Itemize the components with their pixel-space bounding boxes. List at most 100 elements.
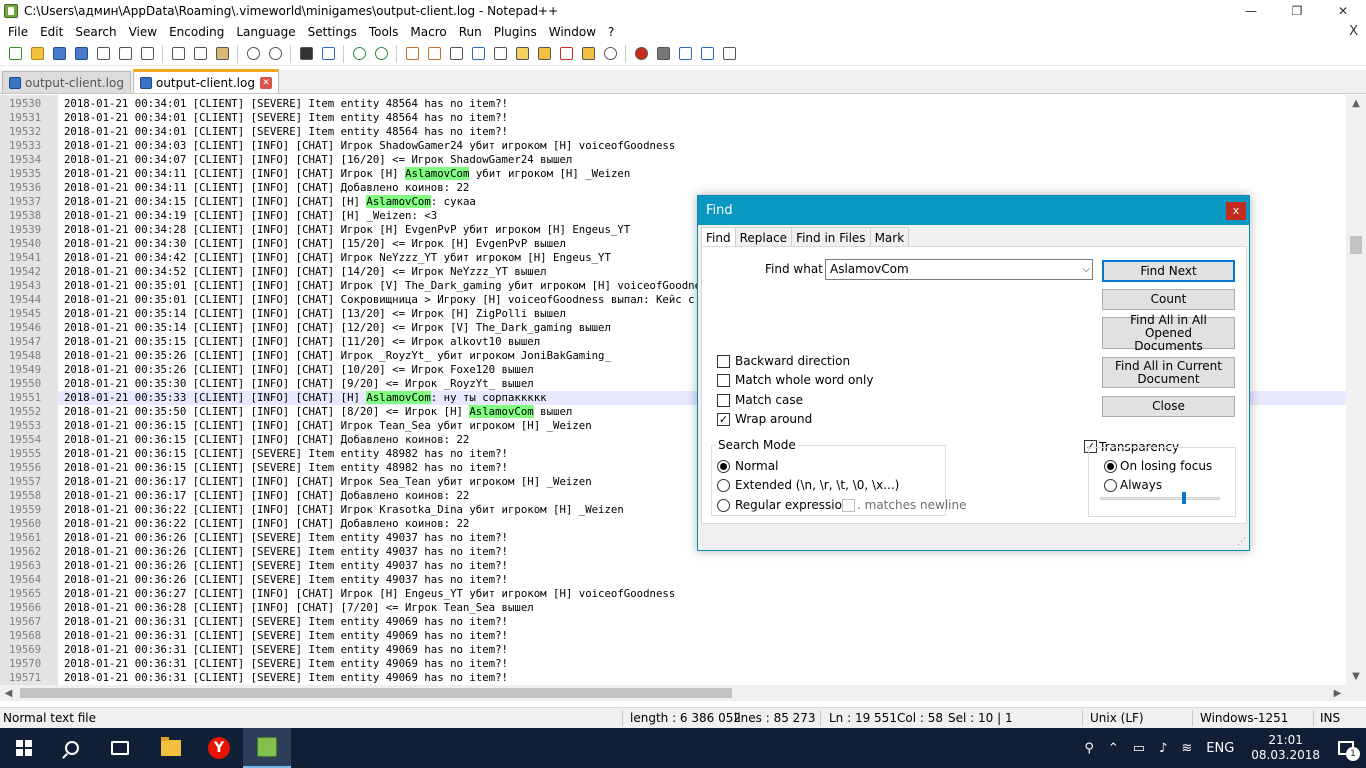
scroll-down-icon[interactable]: ▼ [1346, 668, 1366, 685]
find-next-button[interactable]: Find Next [1102, 260, 1235, 282]
match-whole-word-checkbox[interactable] [717, 374, 730, 387]
search-mode-normal-radio[interactable] [717, 460, 730, 473]
vertical-scrollbar[interactable]: ▲ ▼ [1346, 95, 1366, 685]
battery-icon[interactable]: ▭ [1133, 741, 1145, 756]
tab-find-in-files[interactable]: Find in Files [791, 227, 871, 247]
notepadpp-taskbar-button[interactable] [243, 728, 291, 768]
find-all-opened-button[interactable]: Find All in All Opened Documents [1102, 313, 1235, 352]
redo-icon[interactable] [266, 45, 284, 63]
find-icon[interactable] [297, 45, 315, 63]
menu-help[interactable]: ? [602, 22, 620, 42]
save-icon[interactable] [50, 45, 68, 63]
editor-line[interactable]: 19533 2018-01-21 00:34:03 [CLIENT] [INFO]… [0, 139, 1346, 153]
undo-icon[interactable] [244, 45, 262, 63]
match-case-checkbox[interactable] [717, 394, 730, 407]
find-what-input[interactable]: AslamovCom ⌵ [825, 259, 1093, 280]
start-button[interactable] [0, 728, 48, 768]
word-wrap-icon[interactable] [447, 45, 465, 63]
sync-vertical-icon[interactable] [403, 45, 421, 63]
close-button[interactable]: ✕ [1320, 0, 1366, 22]
minimize-button[interactable]: — [1228, 0, 1274, 22]
editor-line[interactable]: 19568 2018-01-21 00:36:31 [CLIENT] [SEVER… [0, 629, 1346, 643]
menu-tools[interactable]: Tools [363, 22, 405, 42]
matches-newline-checkbox[interactable] [842, 499, 855, 512]
close-tab-icon[interactable]: ✕ [259, 76, 272, 89]
chevron-down-icon[interactable]: ⌵ [1082, 260, 1090, 279]
copy-icon[interactable] [191, 45, 209, 63]
tab-mark[interactable]: Mark [869, 227, 910, 247]
menu-macro[interactable]: Macro [404, 22, 452, 42]
tab-output-client-log-1[interactable]: output-client.log [2, 71, 131, 93]
tab-find[interactable]: Find [701, 227, 736, 248]
editor-line[interactable]: 19530 2018-01-21 00:34:01 [CLIENT] [SEVER… [0, 97, 1346, 111]
zoom-in-icon[interactable] [350, 45, 368, 63]
restore-button[interactable]: ❐ [1274, 0, 1320, 22]
run-macro-multiple-icon[interactable] [698, 45, 716, 63]
transparency-slider-thumb[interactable] [1182, 492, 1186, 504]
close-document-button[interactable]: X [1349, 22, 1358, 42]
editor-line[interactable]: 19534 2018-01-21 00:34:07 [CLIENT] [INFO]… [0, 153, 1346, 167]
editor-line[interactable]: 19564 2018-01-21 00:36:26 [CLIENT] [SEVER… [0, 573, 1346, 587]
scroll-left-icon[interactable]: ◀ [0, 685, 17, 701]
editor-line[interactable]: 19535 2018-01-21 00:34:11 [CLIENT] [INFO]… [0, 167, 1346, 181]
new-file-icon[interactable] [6, 45, 24, 63]
menu-view[interactable]: View [123, 22, 163, 42]
search-button[interactable] [48, 728, 96, 768]
notification-icon[interactable]: 1 [1338, 741, 1360, 761]
wrap-around-checkbox[interactable]: ✓ [717, 413, 730, 426]
on-losing-focus-radio[interactable] [1104, 460, 1117, 473]
menu-window[interactable]: Window [543, 22, 602, 42]
tab-replace[interactable]: Replace [734, 227, 793, 247]
horizontal-scrollbar[interactable]: ◀ ▶ [0, 685, 1346, 701]
menu-encoding[interactable]: Encoding [163, 22, 230, 42]
clock[interactable]: 21:01 08.03.2018 [1251, 733, 1320, 763]
folder-workspace-icon[interactable] [579, 45, 597, 63]
replace-icon[interactable] [319, 45, 337, 63]
cut-icon[interactable] [169, 45, 187, 63]
menu-file[interactable]: File [2, 22, 34, 42]
editor-line[interactable]: 19563 2018-01-21 00:36:26 [CLIENT] [SEVER… [0, 559, 1346, 573]
editor-line[interactable]: 19536 2018-01-21 00:34:11 [CLIENT] [INFO]… [0, 181, 1346, 195]
menu-settings[interactable]: Settings [302, 22, 363, 42]
paste-icon[interactable] [213, 45, 231, 63]
horizontal-scroll-thumb[interactable] [20, 688, 732, 698]
file-explorer-button[interactable] [147, 728, 195, 768]
backward-direction-checkbox[interactable] [717, 355, 730, 368]
close-file-icon[interactable] [94, 45, 112, 63]
menu-plugins[interactable]: Plugins [488, 22, 543, 42]
editor-line[interactable]: 19569 2018-01-21 00:36:31 [CLIENT] [SEVER… [0, 643, 1346, 657]
menu-run[interactable]: Run [453, 22, 488, 42]
editor-line[interactable]: 19570 2018-01-21 00:36:31 [CLIENT] [SEVER… [0, 657, 1346, 671]
save-all-icon[interactable] [72, 45, 90, 63]
language-indicator[interactable]: ENG [1206, 741, 1234, 756]
network-icon[interactable]: ≋ [1181, 741, 1192, 756]
close-all-icon[interactable] [116, 45, 134, 63]
save-macro-icon[interactable] [720, 45, 738, 63]
volume-icon[interactable]: ♪ [1159, 741, 1167, 756]
play-macro-icon[interactable] [676, 45, 694, 63]
show-all-chars-icon[interactable] [469, 45, 487, 63]
menu-edit[interactable]: Edit [34, 22, 69, 42]
print-icon[interactable] [138, 45, 156, 63]
zoom-out-icon[interactable] [372, 45, 390, 63]
tab-output-client-log-2[interactable]: output-client.log ✕ [132, 69, 279, 93]
function-list-icon[interactable] [557, 45, 575, 63]
editor-line[interactable]: 19565 2018-01-21 00:36:27 [CLIENT] [INFO]… [0, 587, 1346, 601]
menu-search[interactable]: Search [69, 22, 122, 42]
open-file-icon[interactable] [28, 45, 46, 63]
resize-grip-icon[interactable]: ⋰ [1237, 537, 1246, 547]
record-macro-icon[interactable] [632, 45, 650, 63]
vertical-scroll-thumb[interactable] [1350, 236, 1362, 254]
dialog-close-button[interactable]: Close [1102, 396, 1235, 417]
count-button[interactable]: Count [1102, 289, 1235, 310]
monitoring-icon[interactable] [601, 45, 619, 63]
stop-macro-icon[interactable] [654, 45, 672, 63]
search-mode-extended-radio[interactable] [717, 479, 730, 492]
scroll-right-icon[interactable]: ▶ [1329, 685, 1346, 701]
editor-line[interactable]: 19531 2018-01-21 00:34:01 [CLIENT] [SEVER… [0, 111, 1346, 125]
sync-horizontal-icon[interactable] [425, 45, 443, 63]
always-radio[interactable] [1104, 479, 1117, 492]
scroll-up-icon[interactable]: ▲ [1346, 95, 1366, 112]
editor-line[interactable]: 19571 2018-01-21 00:36:31 [CLIENT] [SEVER… [0, 671, 1346, 685]
task-view-button[interactable] [96, 728, 144, 768]
